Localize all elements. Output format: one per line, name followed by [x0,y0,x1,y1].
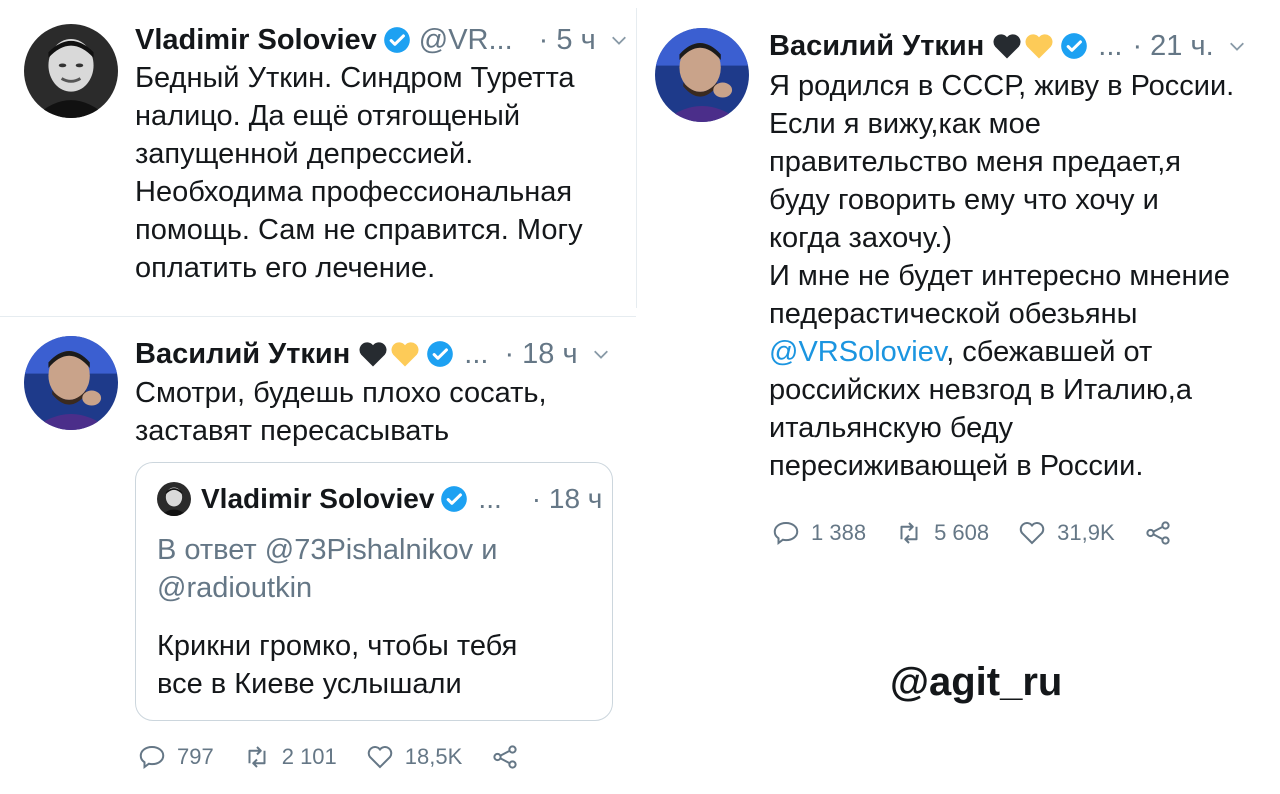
chevron-down-icon[interactable] [1228,37,1246,55]
tweet-text: Я родился в СССР, живу в России. Если я … [769,67,1234,485]
truncated-handle[interactable]: ... [478,481,501,517]
reply-to: В ответ @73Pishalnikov и @radioutkin [157,531,497,607]
author-name[interactable]: Василий Уткин [135,336,350,372]
tweet-line: Необходима профессиональная [135,176,573,208]
like-count: 31,9K [1057,520,1115,545]
black-heart-icon [358,340,388,368]
tweet-actions: 1 388 5 608 31,9K [771,518,1211,548]
tweet-line: российских невзгод в Италию,а [769,374,1192,406]
quoted-text: Крикни громко, чтобы тебя все в Киеве ус… [157,627,517,703]
timestamp[interactable]: · 5 ч [539,22,596,58]
avatar[interactable] [24,24,118,118]
retweet-icon [248,746,266,768]
author-name[interactable]: Vladimir Soloviev [201,481,434,517]
chevron-down-icon[interactable] [610,31,628,49]
share-icon [493,745,517,769]
timestamp[interactable]: · 18 ч [504,336,577,372]
black-heart-icon [992,32,1022,60]
verified-icon [426,340,454,368]
tweet-header: Vladimir Soloviev @VR... · 5 ч [135,22,628,58]
tweet-line: Бедный Уткин. Синдром Туретта [135,62,575,94]
tweet-line: Если я вижу,как мое [769,108,1041,140]
tweet-line: итальянскую беду [769,412,1014,444]
share-button[interactable] [1143,518,1183,548]
reply-icon [139,745,165,769]
heart-icon [1019,522,1045,545]
avatar[interactable] [24,336,118,430]
retweet-button[interactable]: 5 608 [894,518,989,548]
like-button[interactable]: 18,5K [365,742,463,772]
reply-button[interactable]: 1 388 [771,518,866,548]
reply-count: 797 [177,744,214,769]
tweet-line: налицо. Да ещё отягощеный [135,100,521,132]
verified-icon [1060,32,1088,60]
like-button[interactable]: 31,9K [1017,518,1115,548]
like-count: 18,5K [404,744,463,769]
reply-count: 1 388 [811,520,867,545]
tweet-line: пересиживающей в России. [769,450,1144,482]
verified-icon [440,485,468,513]
truncated-handle[interactable]: ... [464,336,488,372]
chevron-down-icon[interactable] [592,345,610,363]
tweet-line: все в Киеве услышали [157,668,462,700]
tweet-line: помощь. Сам не справится. Могу [135,214,583,246]
author-name[interactable]: Vladimir Soloviev [135,22,377,58]
quoted-header: Vladimir Soloviev ... · 18 ч [157,481,602,517]
reply-button[interactable]: 797 [137,742,214,772]
yellow-heart-icon [390,340,420,368]
tweet-actions: 797 2 101 18,5K [137,742,558,772]
tweet-line: когда захочу.) [769,222,953,254]
reply-icon [773,521,799,545]
tweet-line: буду говорить ему что хочу и [769,184,1159,216]
tweet-line: правительство меня предает,я [769,146,1181,178]
yellow-heart-icon [1024,32,1054,60]
reply-line: В ответ @73Pishalnikov и [157,534,498,566]
tweet-line: @VRSoloviev, сбежавшей от [769,333,1234,371]
tweet-divider [0,316,636,317]
tweet-line: запущенной депрессией. [135,138,474,170]
watermark: @agit_ru [890,660,1063,704]
mention-link[interactable]: @VRSoloviev [769,336,946,368]
avatar[interactable] [157,482,191,516]
tweet-line: Я родился в СССР, живу в России. [769,70,1235,102]
author-name[interactable]: Василий Уткин [769,28,984,64]
tweet-text: Смотри, будешь плохо сосать, заставят пе… [135,374,547,450]
author-handle[interactable]: @VR... [419,22,513,58]
tweet-line: педерастической обезьяны [769,298,1138,330]
tweet-text: Бедный Уткин. Синдром Туретта налицо. Да… [135,59,583,287]
tweet-line-rest: , сбежавшей от [946,336,1153,368]
tweet-header: Василий Уткин ... · 21 ч. [769,28,1246,64]
reply-line: @radioutkin [157,572,313,604]
tweet-line: Смотри, будешь плохо сосать, [135,377,547,409]
avatar[interactable] [655,28,749,122]
timestamp[interactable]: · 21 ч. [1132,28,1213,64]
tweet-header: Василий Уткин ... · 18 ч [135,336,610,372]
verified-icon [383,26,411,54]
tweet-line: оплатить его лечение. [135,252,436,284]
heart-icon [367,746,393,769]
timestamp[interactable]: · 18 ч [532,481,603,517]
share-button[interactable] [490,742,530,772]
retweet-icon [900,522,918,544]
column-divider [636,8,637,308]
retweet-button[interactable]: 2 101 [242,742,337,772]
retweet-count: 2 101 [281,744,337,769]
tweet-line: заставят пересасывать [135,415,450,447]
tweet-line: Крикни громко, чтобы тебя [157,630,518,662]
share-icon [1146,521,1170,545]
truncated-handle[interactable]: ... [1098,28,1122,64]
retweet-count: 5 608 [934,520,990,545]
tweet-line: И мне не будет интересно мнение [769,260,1230,292]
